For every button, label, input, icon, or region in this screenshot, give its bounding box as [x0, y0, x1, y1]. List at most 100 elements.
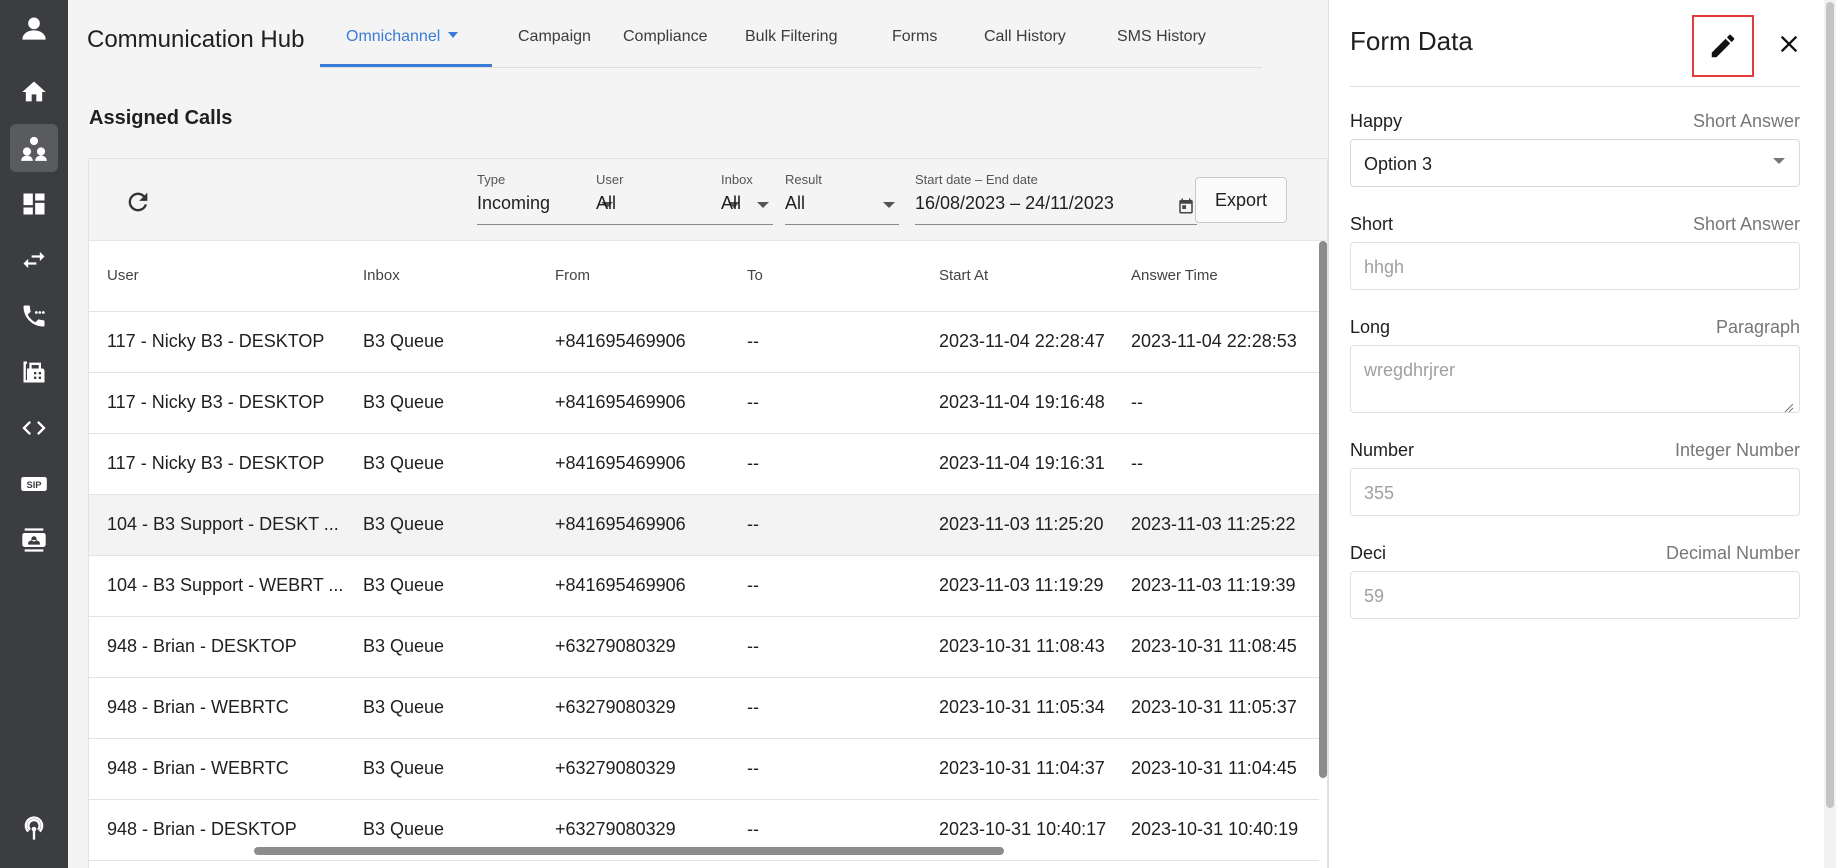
- result-filter[interactable]: Result All: [785, 172, 899, 225]
- tab-omnichannel[interactable]: Omnichannel: [346, 28, 459, 46]
- decimal-input-value: 59: [1364, 586, 1385, 606]
- cell-to: --: [729, 311, 921, 373]
- inbox-filter-text: All: [721, 193, 742, 213]
- table-row[interactable]: 104 - B3 Support - WEBRT ... B3 Queue +8…: [89, 555, 1319, 617]
- pencil-icon: [1711, 34, 1735, 58]
- top-tabs: Omnichannel Campaign Compliance Bulk Fil…: [320, 0, 1262, 68]
- happy-select[interactable]: Option 3: [1350, 139, 1800, 187]
- tab-call-history[interactable]: Call History: [984, 28, 1066, 46]
- tab-sms-history[interactable]: SMS History: [1117, 28, 1206, 46]
- column-header-answer-time[interactable]: Answer Time: [1113, 241, 1319, 312]
- number-input[interactable]: 355: [1350, 468, 1800, 516]
- column-header-user[interactable]: User: [89, 241, 345, 312]
- field-type: Short Answer: [1692, 214, 1800, 234]
- table-horizontal-scrollbar[interactable]: [254, 847, 1004, 855]
- main-content: Communication Hub Omnichannel Campaign C…: [68, 0, 1328, 868]
- group-icon[interactable]: [10, 124, 58, 172]
- cell-answer-time: --: [1113, 433, 1319, 495]
- cell-inbox: B3 Queue: [345, 494, 537, 556]
- table-row[interactable]: 948 - Brian - DESKTOP B3 Queue +63279080…: [89, 616, 1319, 678]
- field-type: Decimal Number: [1665, 543, 1800, 563]
- table-row[interactable]: 104 - B3 Support - DESKT ... B3 Queue +8…: [89, 494, 1319, 556]
- export-button[interactable]: Export: [1195, 177, 1287, 223]
- tab-omnichannel-label: Omnichannel: [346, 28, 441, 45]
- swap-icon[interactable]: [10, 236, 58, 284]
- column-header-from[interactable]: From: [537, 241, 729, 312]
- inbox-filter[interactable]: Inbox All: [721, 172, 773, 225]
- resize-handle-icon[interactable]: [1784, 397, 1794, 413]
- avatar-icon[interactable]: [10, 4, 58, 52]
- tab-bulk-filtering[interactable]: Bulk Filtering: [745, 28, 837, 46]
- field-type: Integer Number: [1674, 440, 1800, 460]
- edit-button[interactable]: [1692, 15, 1754, 77]
- field-label: Long: [1350, 317, 1391, 337]
- table-row[interactable]: 948 - Brian - WEBRTC B3 Queue +632790803…: [89, 738, 1319, 800]
- dropdown-arrow-icon: [757, 202, 769, 208]
- close-button[interactable]: [1769, 24, 1809, 64]
- cell-start-at: 2023-10-31 11:08:43: [921, 616, 1113, 678]
- chevron-down-icon: [448, 31, 459, 38]
- cell-user: 948 - Brian - WEBRTC: [89, 677, 345, 739]
- phone-icon[interactable]: [10, 292, 58, 340]
- home-icon[interactable]: [10, 68, 58, 116]
- cell-inbox: B3 Queue: [345, 372, 537, 434]
- column-header-start-at[interactable]: Start At: [921, 241, 1113, 312]
- cell-user: 104 - B3 Support - DESKT ...: [89, 494, 345, 556]
- tab-forms[interactable]: Forms: [892, 28, 937, 46]
- cell-answer-time: 2023-11-04 22:28:53: [1113, 311, 1319, 373]
- code-icon[interactable]: [10, 404, 58, 452]
- app-title: Communication Hub: [87, 26, 305, 53]
- table-row[interactable]: 948 - Brian - WEBRTC B3 Queue +632790803…: [89, 677, 1319, 739]
- cell-inbox: B3 Queue: [345, 311, 537, 373]
- cell-start-at: 2023-11-03 11:25:20: [921, 494, 1113, 556]
- column-header-to[interactable]: To: [729, 241, 921, 312]
- short-input[interactable]: hhgh: [1350, 242, 1800, 290]
- date-range-filter[interactable]: Start date – End date 16/08/2023 – 24/11…: [915, 172, 1197, 225]
- cell-from: +841695469906: [537, 494, 729, 556]
- page-scrollbar-thumb[interactable]: [1826, 2, 1834, 808]
- refresh-icon: [128, 192, 148, 212]
- calendar-icon[interactable]: [1177, 197, 1195, 215]
- cell-user: 948 - Brian - WEBRTC: [89, 738, 345, 800]
- cell-inbox: B3 Queue: [345, 677, 537, 739]
- table-row[interactable]: 117 - Nicky B3 - DESKTOP B3 Queue +84169…: [89, 372, 1319, 434]
- cell-user: 117 - Nicky B3 - DESKTOP: [89, 433, 345, 495]
- field-header: Number Integer Number: [1350, 440, 1800, 462]
- broadcast-icon[interactable]: [10, 804, 58, 852]
- cell-answer-time: 2023-11-03 11:19:39: [1113, 555, 1319, 617]
- tab-compliance[interactable]: Compliance: [623, 28, 707, 46]
- table-vertical-scrollbar[interactable]: [1319, 241, 1327, 778]
- cell-start-at: 2023-11-03 11:19:29: [921, 555, 1113, 617]
- field-short: Short Short Answer hhgh: [1350, 214, 1800, 290]
- cell-inbox: B3 Queue: [345, 738, 537, 800]
- decimal-input[interactable]: 59: [1350, 571, 1800, 619]
- column-header-inbox[interactable]: Inbox: [345, 241, 537, 312]
- cell-user: 117 - Nicky B3 - DESKTOP: [89, 311, 345, 373]
- refresh-button[interactable]: [123, 187, 153, 217]
- short-input-value: hhgh: [1364, 257, 1405, 277]
- cell-user: 104 - B3 Support - WEBRT ...: [89, 555, 345, 617]
- cell-from: +63279080329: [537, 738, 729, 800]
- cell-from: +841695469906: [537, 555, 729, 617]
- long-textarea[interactable]: wregdhrjrer: [1350, 345, 1800, 413]
- field-type: Paragraph: [1715, 317, 1800, 337]
- result-filter-text: All: [785, 193, 806, 213]
- long-textarea-value: wregdhrjrer: [1364, 360, 1456, 380]
- field-label: Number: [1350, 440, 1415, 460]
- cell-start-at: 2023-11-04 19:16:31: [921, 433, 1113, 495]
- type-filter-text: Incoming: [477, 193, 551, 213]
- sip-icon[interactable]: SIP: [10, 460, 58, 508]
- table-row[interactable]: 117 - Nicky B3 - DESKTOP B3 Queue +84169…: [89, 311, 1319, 373]
- contact-card-icon[interactable]: [10, 516, 58, 564]
- cell-to: --: [729, 433, 921, 495]
- cell-from: +63279080329: [537, 616, 729, 678]
- tab-campaign[interactable]: Campaign: [518, 28, 591, 46]
- number-input-value: 355: [1364, 483, 1395, 503]
- dashboard-icon[interactable]: [10, 180, 58, 228]
- user-filter-text: All: [596, 193, 617, 213]
- date-range-value: 16/08/2023 – 24/11/2023: [915, 191, 1197, 225]
- page-scrollbar[interactable]: [1824, 0, 1836, 868]
- fax-icon[interactable]: [10, 348, 58, 396]
- table-row[interactable]: 117 - Nicky B3 - DESKTOP B3 Queue +84169…: [89, 433, 1319, 495]
- cell-start-at: 2023-11-04 22:28:47: [921, 311, 1113, 373]
